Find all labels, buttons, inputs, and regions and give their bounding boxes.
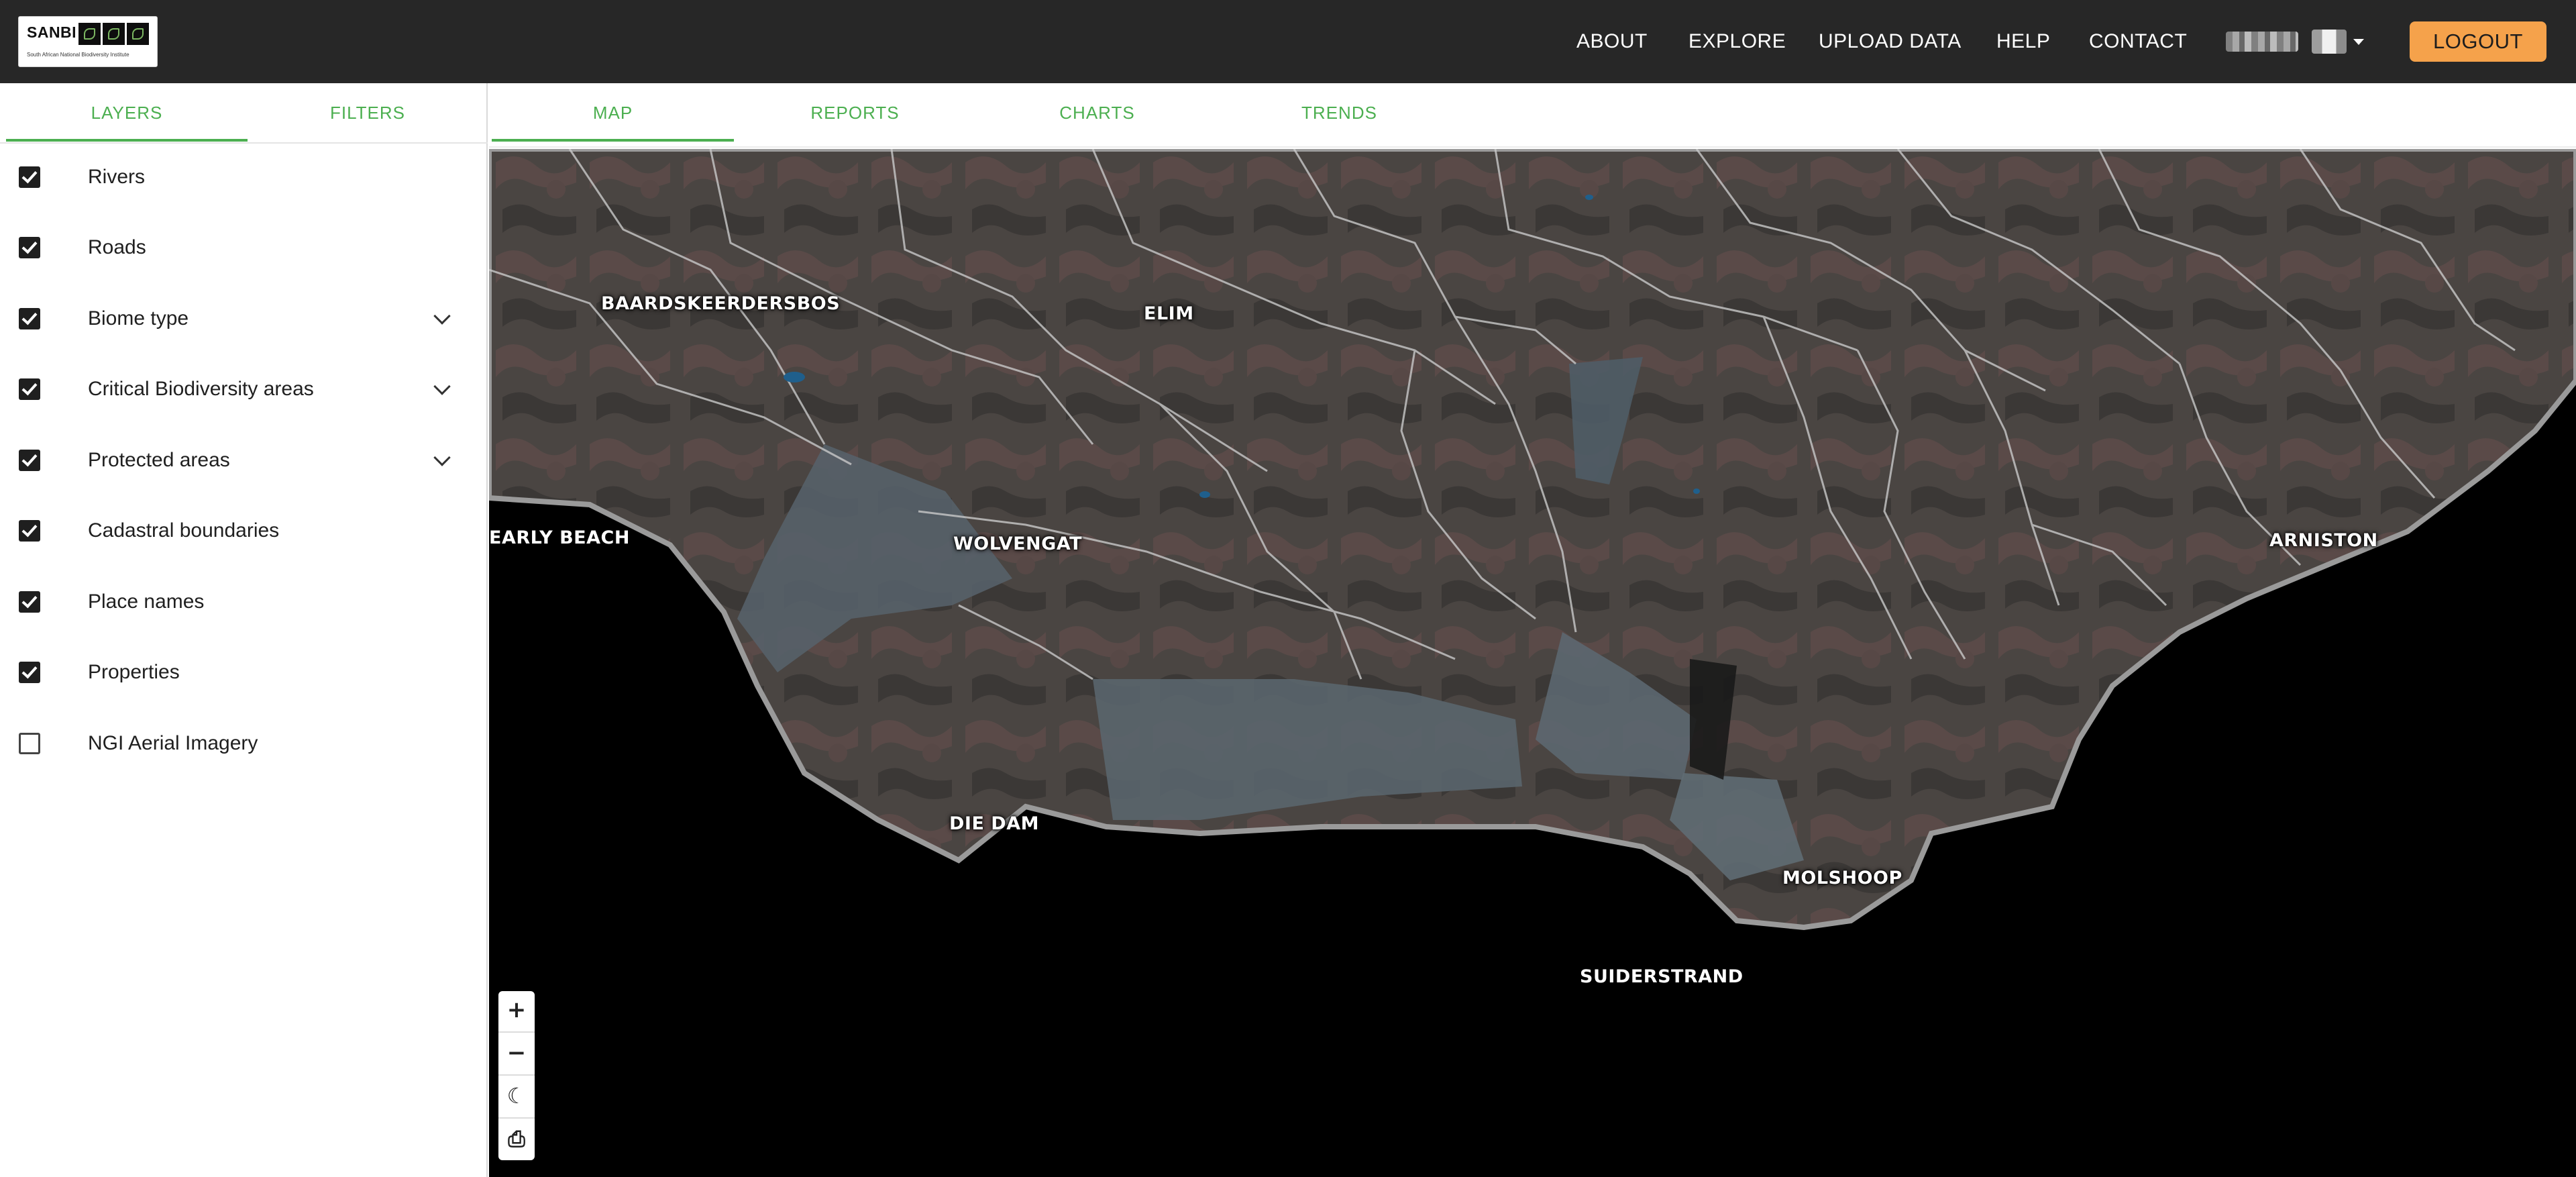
nav-help[interactable]: HELP [1996,27,2050,56]
control-divider [498,1117,535,1119]
tab-charts[interactable]: CHARTS [976,83,1218,142]
chevron-down-icon[interactable] [433,449,451,466]
place-label: WOLVENGAT [953,533,1083,554]
active-tab-indicator [6,139,248,142]
control-divider [498,1031,535,1033]
layer-label: Rivers [88,166,146,188]
nav-about[interactable]: ABOUT [1576,27,1648,56]
checkbox-ngi-aerial-imagery[interactable] [19,733,40,754]
layer-protected-areas[interactable]: Protected areas [0,440,488,480]
control-divider [498,1074,535,1076]
tab-layers[interactable]: LAYERS [6,83,248,142]
layer-cadastral-boundaries[interactable]: Cadastral boundaries [0,511,488,551]
layer-label: NGI Aerial Imagery [88,732,258,754]
logo-square-2 [103,23,125,45]
layers-sidebar: LAYERS FILTERS Rivers Roads Biome type C… [0,83,488,1177]
logout-button[interactable]: LOGOUT [2410,21,2546,62]
logo-squares [78,23,149,45]
nav-upload-data[interactable]: UPLOAD DATA [1819,27,1962,56]
logo-square-3 [127,23,149,45]
layer-ngi-aerial-imagery[interactable]: NGI Aerial Imagery [0,723,488,764]
logo-subtitle: South African National Biodiversity Inst… [27,52,129,58]
main-tab-bar: MAP REPORTS CHARTS TRENDS [489,83,2576,148]
layer-properties[interactable]: Properties [0,652,488,693]
layer-label: Properties [88,661,180,683]
chevron-down-icon[interactable] [433,378,451,395]
place-label: EARLY BEACH [489,527,630,548]
sanbi-logo[interactable]: SANBI South African National Biodiversit… [18,16,158,67]
checkbox-protected-areas[interactable] [19,450,40,471]
layer-label: Roads [88,236,146,258]
layer-critical-biodiversity-areas[interactable]: Critical Biodiversity areas [0,369,488,409]
checkbox-place-names[interactable] [19,591,40,613]
place-label: ARNISTON [2269,530,2378,551]
caret-down-icon [2353,38,2364,45]
place-label: SUIDERSTRAND [1580,966,1743,987]
zoom-out-button[interactable]: − [498,1034,535,1072]
place-label: MOLSHOOP [1782,868,1902,888]
active-tab-indicator [492,139,734,142]
checkbox-properties[interactable] [19,662,40,683]
tab-map[interactable]: MAP [492,83,734,142]
checkbox-biome-type[interactable] [19,308,40,329]
map-viewport[interactable]: BAARDSKEERDERSBOS ELIM EARLY BEACH WOLVE… [489,149,2576,1177]
layer-label: Biome type [88,307,189,329]
top-navigation-bar: SANBI South African National Biodiversit… [0,0,2576,83]
map-controls: + − ☾ ⎙ [498,991,535,1160]
checkbox-roads[interactable] [19,237,40,258]
place-label: DIE DAM [949,813,1039,834]
place-label: BAARDSKEERDERSBOS [601,293,841,314]
user-name-redacted [2226,32,2298,52]
dark-mode-icon[interactable]: ☾ [498,1077,535,1115]
place-label: ELIM [1144,303,1194,324]
layer-place-names[interactable]: Place names [0,582,488,622]
layer-roads[interactable]: Roads [0,227,488,268]
layer-label: Critical Biodiversity areas [88,378,314,400]
layer-rivers[interactable]: Rivers [0,157,488,197]
logo-text: SANBI [27,23,77,41]
checkbox-critical-biodiversity-areas[interactable] [19,378,40,400]
user-menu[interactable] [2226,30,2364,54]
tab-divider [0,142,488,144]
zoom-in-button[interactable]: + [498,991,535,1029]
logo-square-1 [78,23,101,45]
layer-label: Place names [88,591,205,613]
nav-explore[interactable]: EXPLORE [1688,27,1786,56]
tab-filters[interactable]: FILTERS [248,83,488,142]
nav-contact[interactable]: CONTACT [2089,27,2187,56]
layer-label: Cadastral boundaries [88,519,280,542]
checkbox-rivers[interactable] [19,166,40,188]
tab-trends[interactable]: TRENDS [1218,83,1460,142]
tab-reports[interactable]: REPORTS [734,83,976,142]
layer-biome-type[interactable]: Biome type [0,299,488,339]
print-icon[interactable]: ⎙ [498,1120,535,1158]
layer-label: Protected areas [88,449,230,471]
user-avatar-redacted [2312,30,2347,54]
checkbox-cadastral-boundaries[interactable] [19,520,40,542]
chevron-down-icon[interactable] [433,307,451,325]
